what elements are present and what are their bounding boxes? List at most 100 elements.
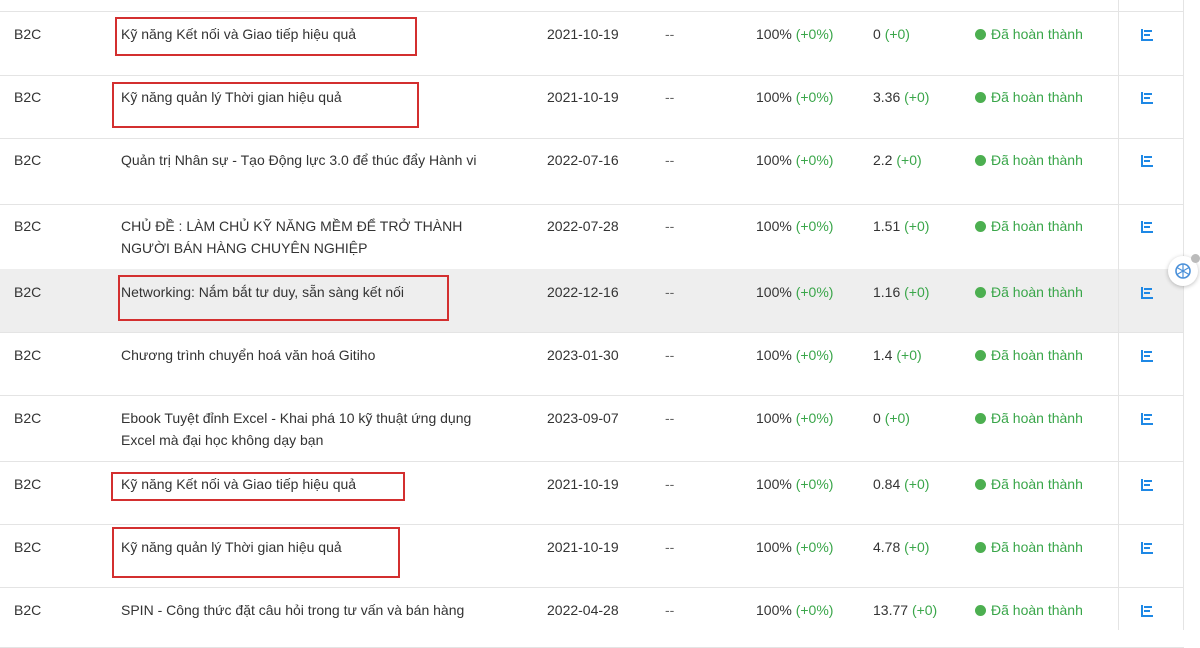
- table-row: Quản trị Nhân sự - Tạo Động lực 3.0 để t…: [0, 138, 1184, 205]
- report-chart-icon[interactable]: [1140, 28, 1154, 42]
- score-delta: (+0): [884, 410, 910, 426]
- score-cell: 13.77 (+0): [873, 599, 937, 621]
- score-cell: 1.4 (+0): [873, 344, 922, 366]
- date-cell: 2023-09-07: [547, 410, 619, 426]
- table-row: B2C Ebook Tuyệt đỉnh Excel - Khai phá 10…: [0, 395, 1184, 462]
- end-cell: --: [665, 284, 675, 300]
- column-divider: [1183, 0, 1184, 630]
- column-divider: [1118, 0, 1119, 630]
- table-row: CHỦ ĐỀ : LÀM CHỦ KỸ NĂNG MỀM ĐỂ TRỞ THÀN…: [0, 204, 1184, 270]
- close-icon[interactable]: [1191, 254, 1200, 263]
- score-delta: (+0): [904, 476, 930, 492]
- status-label: Đã hoàn thành: [991, 218, 1083, 234]
- report-chart-icon[interactable]: [1140, 220, 1154, 234]
- score-value: 0: [873, 410, 881, 426]
- annotation-box: [118, 275, 449, 321]
- score-delta: (+0): [904, 539, 930, 555]
- course-name-link[interactable]: Ebook Tuyệt đỉnh Excel - Khai phá 10 kỹ …: [121, 407, 481, 451]
- date-cell: 2021-10-19: [547, 539, 619, 555]
- type-cell: B2C: [14, 26, 42, 42]
- score-value: 1.4: [873, 347, 893, 363]
- progress-cell: 100% (+0%): [756, 149, 833, 171]
- score-delta: (+0): [904, 89, 930, 105]
- type-cell: B2C: [14, 284, 42, 300]
- status-dot-icon: [975, 92, 986, 103]
- course-name-link[interactable]: SPIN - Công thức đặt câu hỏi trong tư vấ…: [121, 599, 481, 621]
- type-cell: B2C: [14, 410, 42, 426]
- score-cell: 2.2 (+0): [873, 149, 922, 171]
- report-chart-icon[interactable]: [1140, 286, 1154, 300]
- progress-value: 100%: [756, 410, 792, 426]
- report-chart-icon[interactable]: [1140, 541, 1154, 555]
- score-value: 3.36: [873, 89, 901, 105]
- progress-delta: (+0%): [795, 347, 834, 363]
- end-cell: --: [665, 602, 675, 618]
- table-row: B2C Chương trình chuyển hoá văn hoá Giti…: [0, 332, 1184, 396]
- type-cell: B2C: [14, 218, 42, 234]
- annotation-box: [112, 82, 419, 128]
- status-label: Đã hoàn thành: [991, 89, 1083, 105]
- report-chart-icon[interactable]: [1140, 91, 1154, 105]
- report-chart-icon[interactable]: [1140, 478, 1154, 492]
- progress-value: 100%: [756, 539, 792, 555]
- status-label: Đã hoàn thành: [991, 602, 1083, 618]
- progress-delta: (+0%): [795, 539, 834, 555]
- progress-cell: 100% (+0%): [756, 86, 833, 108]
- score-delta: (+0): [896, 152, 922, 168]
- course-name-link[interactable]: Quản trị Nhân sự - Tạo Động lực 3.0 để t…: [121, 149, 481, 171]
- end-cell: --: [665, 89, 675, 105]
- type-cell: B2C: [14, 152, 42, 168]
- status-label: Đã hoàn thành: [991, 152, 1083, 168]
- status-dot-icon: [975, 287, 986, 298]
- date-cell: 2021-10-19: [547, 89, 619, 105]
- status-badge: Đã hoàn thành: [975, 215, 1083, 237]
- annotation-box: [111, 472, 405, 501]
- status-dot-icon: [975, 542, 986, 553]
- report-chart-icon[interactable]: [1140, 412, 1154, 426]
- score-cell: 0 (+0): [873, 407, 910, 429]
- score-value: 1.16: [873, 284, 901, 300]
- score-cell: 1.16 (+0): [873, 281, 929, 303]
- status-dot-icon: [975, 29, 986, 40]
- status-badge: Đã hoàn thành: [975, 599, 1083, 621]
- score-value: 0: [873, 26, 881, 42]
- course-name-link[interactable]: CHỦ ĐỀ : LÀM CHỦ KỸ NĂNG MỀM ĐỂ TRỞ THÀN…: [121, 215, 481, 259]
- progress-cell: 100% (+0%): [756, 23, 833, 45]
- type-cell: B2C: [14, 602, 42, 618]
- end-cell: --: [665, 476, 675, 492]
- status-dot-icon: [975, 155, 986, 166]
- progress-delta: (+0%): [795, 284, 834, 300]
- status-badge: Đã hoàn thành: [975, 344, 1083, 366]
- status-label: Đã hoàn thành: [991, 347, 1083, 363]
- type-cell: B2C: [14, 539, 42, 555]
- report-chart-icon[interactable]: [1140, 349, 1154, 363]
- progress-delta: (+0%): [795, 89, 834, 105]
- status-dot-icon: [975, 413, 986, 424]
- chatgpt-floating-button[interactable]: [1168, 254, 1200, 286]
- score-value: 4.78: [873, 539, 901, 555]
- status-badge: Đã hoàn thành: [975, 407, 1083, 429]
- progress-cell: 100% (+0%): [756, 599, 833, 621]
- score-value: 1.51: [873, 218, 901, 234]
- progress-value: 100%: [756, 26, 792, 42]
- report-chart-icon[interactable]: [1140, 604, 1154, 618]
- status-badge: Đã hoàn thành: [975, 473, 1083, 495]
- status-dot-icon: [975, 221, 986, 232]
- score-value: 13.77: [873, 602, 909, 618]
- type-cell: B2C: [14, 89, 42, 105]
- course-name-link[interactable]: Chương trình chuyển hoá văn hoá Gitiho: [121, 344, 481, 366]
- score-cell: 0 (+0): [873, 23, 910, 45]
- status-label: Đã hoàn thành: [991, 284, 1083, 300]
- report-chart-icon[interactable]: [1140, 154, 1154, 168]
- status-badge: Đã hoàn thành: [975, 23, 1083, 45]
- status-label: Đã hoàn thành: [991, 539, 1083, 555]
- score-delta: (+0): [896, 347, 922, 363]
- progress-value: 100%: [756, 89, 792, 105]
- progress-value: 100%: [756, 152, 792, 168]
- progress-value: 100%: [756, 476, 792, 492]
- progress-delta: (+0%): [795, 26, 834, 42]
- end-cell: --: [665, 218, 675, 234]
- status-label: Đã hoàn thành: [991, 476, 1083, 492]
- status-dot-icon: [975, 350, 986, 361]
- date-cell: 2023-01-30: [547, 347, 619, 363]
